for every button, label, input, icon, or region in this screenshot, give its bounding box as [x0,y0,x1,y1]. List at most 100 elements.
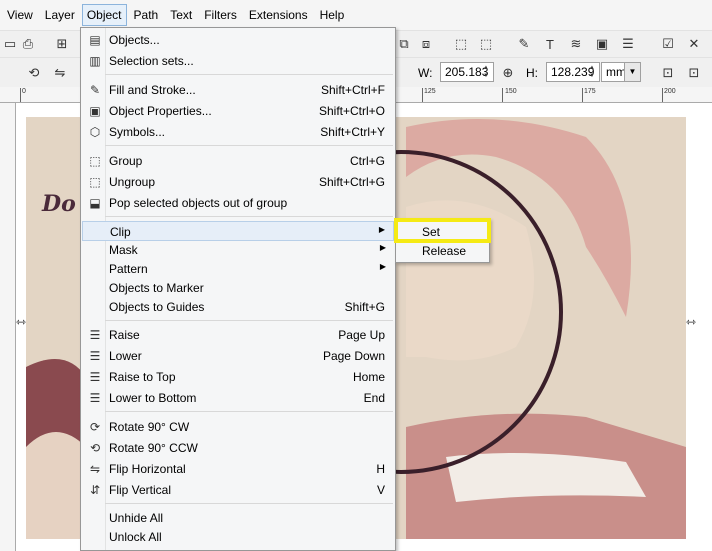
menu-item-objects-to-guides[interactable]: Objects to Guides Shift+G [82,297,394,317]
submenu-arrow-icon: ▶ [379,262,386,271]
pop-out-icon: ⬓ [89,196,101,210]
menu-item-label: Object Properties... [109,104,212,118]
submenu-item-set[interactable]: Set [397,223,488,242]
menu-item-label: Pattern [109,262,148,276]
flip-tb-icon[interactable]: ⇋ [52,65,68,81]
fill-stroke-tb-icon[interactable]: ✎ [516,36,532,52]
group-icon: ⬚ [89,154,101,168]
submenu-arrow-icon: ▶ [378,225,385,234]
ungroup-tb-icon[interactable]: ⬚ [478,36,494,52]
menu-item-flip-vertical[interactable]: ⇵ Flip Vertical V [82,480,394,500]
text-tool-icon[interactable]: T [542,36,558,52]
menu-item-group[interactable]: ⬚ Group Ctrl+G [82,151,394,171]
lock-icon[interactable]: ⊕ [500,65,516,81]
scale-corners-icon[interactable]: ⊡ [686,65,702,81]
submenu-item-label: Release [422,244,467,258]
menu-item-selection-sets[interactable]: ▥ Selection sets... [82,51,394,71]
width-stepper-icon[interactable]: ▲ ▼ [480,64,492,80]
menu-view[interactable]: View [2,4,38,26]
rotate-tb-icon[interactable]: ⟲ [26,65,42,81]
chevron-down-icon: ▼ [624,63,640,81]
menu-item-label: Ungroup [109,175,156,189]
width-field[interactable]: 205.183 ▲ ▼ [440,62,494,82]
menu-item-label: Rotate 90° CW [109,420,190,434]
menu-item-pop-out-of-group[interactable]: ⬓ Pop selected objects out of group [82,193,394,213]
clip-submenu: Set Release [395,218,490,263]
menu-filters[interactable]: Filters [199,4,242,26]
align-icon[interactable]: ☰ [620,36,636,52]
menu-item-label: Objects to Guides [109,300,205,314]
menu-item-lower[interactable]: ☰ Lower Page Down [82,346,394,366]
height-field[interactable]: 128.239 ▲ ▼ [546,62,600,82]
menu-separator [105,503,393,504]
artwork-text: Do [42,191,76,217]
height-stepper-icon[interactable]: ▲ ▼ [586,64,598,80]
group-tb-icon[interactable]: ⬚ [453,36,469,52]
layers-icon[interactable]: ≋ [568,36,584,52]
menu-item-rotate-cw[interactable]: ⟳ Rotate 90° CW [82,417,394,437]
menu-item-mask[interactable]: Mask ▶ [82,240,394,260]
menu-item-shortcut: Shift+Ctrl+O [318,104,385,118]
menu-text[interactable]: Text [165,4,197,26]
menu-item-shortcut: End [363,391,385,405]
menu-item-flip-horizontal[interactable]: ⇋ Flip Horizontal H [82,459,394,479]
menu-item-lower-to-bottom[interactable]: ☰ Lower to Bottom End [82,388,394,408]
scale-handle-left-icon[interactable]: ⇿ [16,315,26,329]
scale-stroke-icon[interactable]: ⊡ [660,65,676,81]
menu-item-objects[interactable]: ▤ Objects... [82,30,394,50]
menu-item-unhide-all[interactable]: Unhide All [82,508,394,528]
raise-icon: ☰ [89,328,101,342]
menu-item-shortcut: Shift+G [344,300,385,314]
menu-item-fill-stroke[interactable]: ✎ Fill and Stroke... Shift+Ctrl+F [82,80,394,100]
menu-layer[interactable]: Layer [40,4,80,26]
submenu-item-release[interactable]: Release [397,242,488,261]
submenu-item-label: Set [422,225,441,239]
ruler-label: 175 [584,88,596,95]
menu-item-label: Unlock All [109,530,162,544]
xml-editor-icon[interactable]: ▣ [594,36,610,52]
menu-item-label: Lower [109,349,142,363]
menu-item-label: Lower to Bottom [109,391,197,405]
menu-path[interactable]: Path [129,4,164,26]
flip-horizontal-icon: ⇋ [89,462,101,476]
ruler-tick [20,88,21,102]
menu-item-clip[interactable]: Clip ▶ [82,221,394,241]
menu-item-label: Symbols... [109,125,166,139]
duplicate-icon[interactable]: ⧉ [396,36,412,52]
document-properties-icon[interactable]: ✕ [686,36,702,52]
scale-handle-right-icon[interactable]: ⇿ [686,315,696,329]
import-icon[interactable]: ⊞ [54,36,70,52]
ruler-label: 150 [505,88,517,95]
menu-item-raise-to-top[interactable]: ☰ Raise to Top Home [82,367,394,387]
open-icon[interactable]: ▭ [2,36,18,52]
menu-item-ungroup[interactable]: ⬚ Ungroup Shift+Ctrl+G [82,172,394,192]
menu-separator [105,411,393,412]
menu-item-label: Selection sets... [109,54,194,68]
menu-item-shortcut: V [376,483,385,497]
ruler-tick [502,88,503,102]
menu-object[interactable]: Object [81,4,127,26]
menu-item-pattern[interactable]: Pattern ▶ [82,259,394,279]
menu-item-unlock-all[interactable]: Unlock All [82,527,394,547]
symbols-icon: ⬡ [89,125,101,139]
clone-icon[interactable]: ⧈ [418,36,434,52]
menu-item-objects-to-marker[interactable]: Objects to Marker [82,278,394,298]
object-properties-icon: ▣ [89,104,101,118]
menu-item-shortcut: Page Up [338,328,385,342]
unit-select[interactable]: mm ▼ [601,62,641,82]
ungroup-icon: ⬚ [89,175,101,189]
menu-separator [105,145,393,146]
menu-separator [105,320,393,321]
menu-item-label: Fill and Stroke... [109,83,196,97]
vertical-ruler [0,103,16,551]
menu-item-shortcut: H [376,462,385,476]
menu-extensions[interactable]: Extensions [244,4,313,26]
menu-help[interactable]: Help [315,4,350,26]
menu-item-symbols[interactable]: ⬡ Symbols... Shift+Ctrl+Y [82,122,394,142]
menu-item-raise[interactable]: ☰ Raise Page Up [82,325,394,345]
menu-item-shortcut: Home [352,370,385,384]
print-icon[interactable]: ⎙ [20,36,36,52]
menu-item-object-properties[interactable]: ▣ Object Properties... Shift+Ctrl+O [82,101,394,121]
menu-item-rotate-ccw[interactable]: ⟲ Rotate 90° CCW [82,438,394,458]
preferences-icon[interactable]: ☑ [660,36,676,52]
